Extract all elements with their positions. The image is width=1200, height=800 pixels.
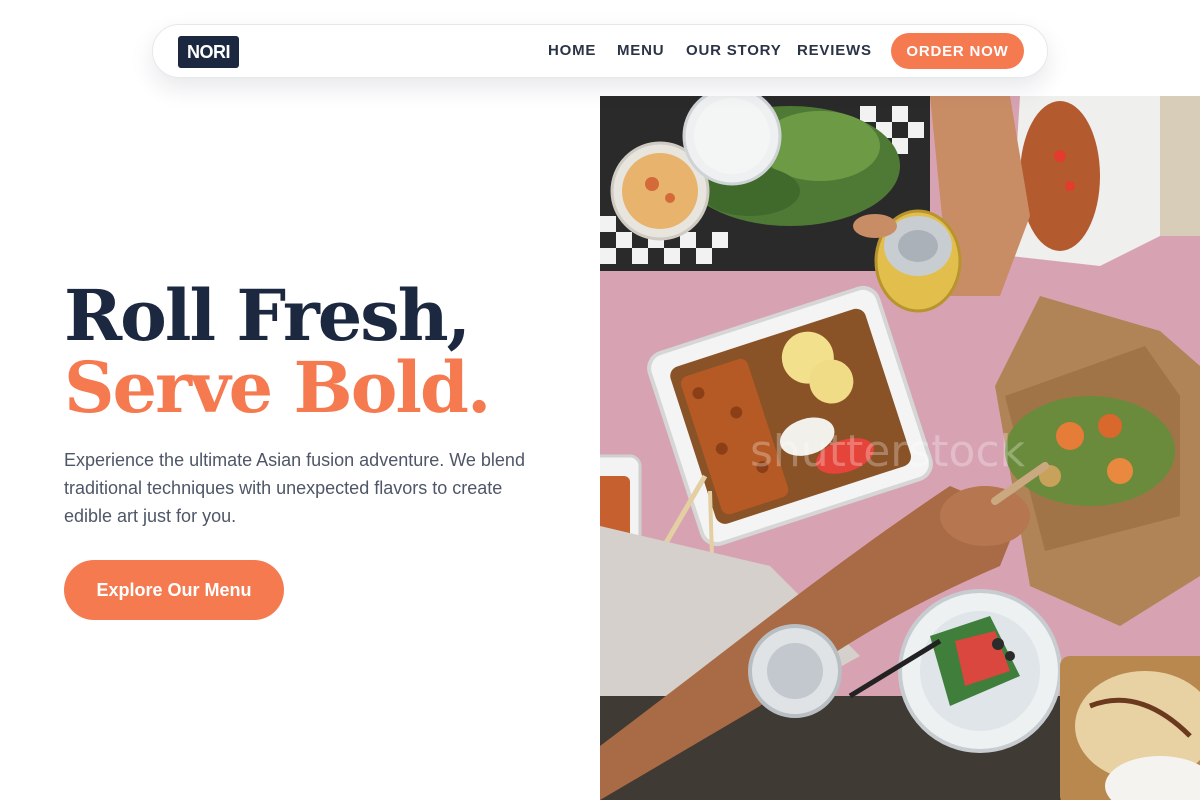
nav-link-home[interactable]: HOME	[548, 42, 596, 59]
headline-line-1: Roll Fresh,	[64, 274, 471, 357]
explore-menu-button[interactable]: Explore Our Menu	[64, 560, 284, 620]
hero-food-image: shutterstock	[600, 96, 1200, 800]
order-now-button[interactable]: ORDER NOW	[891, 33, 1024, 69]
headline-line-2: Serve Bold.	[64, 346, 491, 429]
hero-headline: Roll Fresh, Serve Bold.	[64, 274, 491, 429]
nav-link-our-story[interactable]: OUR STORY	[686, 42, 782, 59]
hero-description: Experience the ultimate Asian fusion adv…	[64, 450, 525, 526]
shutterstock-watermark: shutterstock	[750, 426, 1026, 477]
nav-link-reviews[interactable]: REVIEWS	[797, 42, 872, 59]
logo[interactable]: NORI	[178, 36, 239, 68]
navbar: NORI HOME MENU OUR STORY REVIEWS ORDER N…	[152, 24, 1048, 78]
nav-link-menu[interactable]: MENU	[617, 42, 664, 59]
